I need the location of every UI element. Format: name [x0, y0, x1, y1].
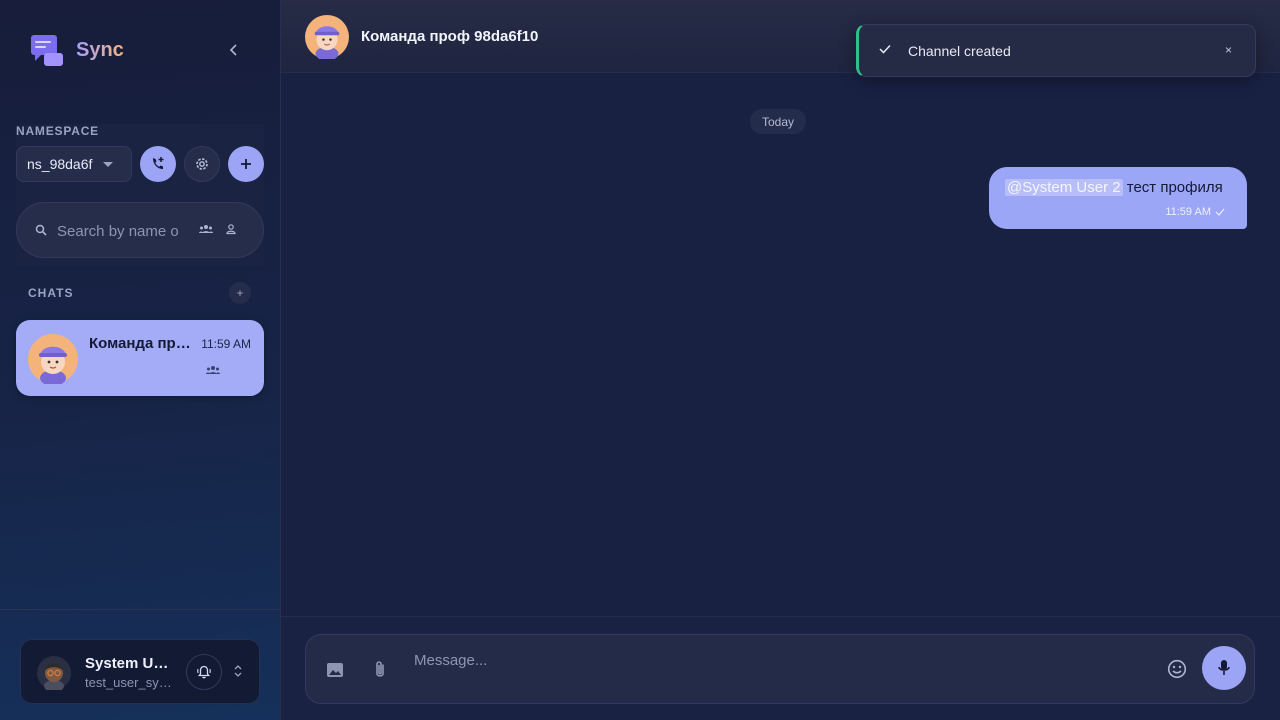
chats-section-label: CHATS: [28, 286, 74, 300]
toast-close-button[interactable]: ×: [1225, 43, 1232, 57]
chat-list-item[interactable]: Команда профиля 11:59 AM: [16, 320, 264, 396]
chat-name: Команда профиля: [89, 335, 195, 352]
message-meta: 11:59 AM: [1165, 206, 1225, 218]
namespace-label: NAMESPACE: [16, 124, 99, 138]
user-card[interactable]: System User 1 test_user_system: [20, 639, 260, 704]
collapse-sidebar-button[interactable]: [224, 40, 244, 60]
paperclip-icon[interactable]: [372, 660, 388, 680]
image-icon[interactable]: [326, 661, 344, 679]
phone-add-icon: [153, 157, 164, 169]
check-icon: [1215, 208, 1225, 216]
namespace-select[interactable]: ns_98da6f: [16, 146, 132, 182]
check-icon: [879, 44, 891, 54]
toast-notification: Channel created ×: [856, 24, 1256, 77]
chevron-left-icon: [229, 44, 237, 56]
bell-ringing-icon: [197, 665, 211, 679]
message-text: @System User 2 тест профиля: [1005, 179, 1231, 196]
notifications-button[interactable]: [186, 654, 222, 690]
settings-button[interactable]: [184, 146, 220, 182]
microphone-icon: [1218, 660, 1230, 675]
caret-down-icon: [103, 162, 113, 167]
channel-avatar[interactable]: [305, 15, 349, 64]
brand[interactable]: Sync: [30, 33, 124, 67]
new-chat-button[interactable]: +: [229, 282, 251, 304]
date-divider: Today: [750, 109, 807, 134]
chat-avatar: [28, 334, 78, 389]
group-filter-icon[interactable]: [199, 223, 213, 235]
namespace-panel: NAMESPACE ns_98da6f: [16, 124, 264, 266]
person-filter-icon[interactable]: [225, 223, 237, 235]
chevrons-expand-icon[interactable]: [233, 664, 243, 678]
message-input[interactable]: [414, 647, 1154, 673]
plus-icon: [241, 159, 251, 169]
user-footer: System User 1 test_user_system: [0, 609, 280, 720]
chat-bubbles-logo-icon: [30, 33, 64, 67]
voice-message-button[interactable]: [1202, 646, 1246, 690]
sidebar: Sync NAMESPACE ns_98da6f Search by name …: [0, 0, 281, 720]
user-name: System User 1: [85, 655, 175, 672]
toast-message: Channel created: [908, 43, 1011, 59]
search-box: [16, 202, 264, 258]
group-chat-icon: [206, 366, 220, 374]
user-login: test_user_system: [85, 675, 175, 690]
namespace-value: ns_98da6f: [27, 156, 93, 172]
add-call-button[interactable]: [140, 146, 176, 182]
composer-area: [281, 616, 1280, 720]
mention-chip[interactable]: @System User 2: [1005, 179, 1123, 196]
app-name: Sync: [76, 38, 124, 61]
emoji-icon[interactable]: [1167, 659, 1187, 679]
message-body: тест профиля: [1122, 179, 1223, 196]
message-bubble[interactable]: @System User 2 тест профиля 11:59 AM: [989, 167, 1247, 229]
message-time: 11:59 AM: [1165, 206, 1211, 218]
chat-time: 11:59 AM: [201, 337, 251, 351]
chat-main: Команда проф 98da6f10 Today @System User…: [281, 0, 1280, 720]
user-avatar: [37, 656, 71, 695]
channel-title[interactable]: Команда проф 98da6f10: [361, 28, 538, 45]
add-button[interactable]: [228, 146, 264, 182]
message-composer: [305, 634, 1255, 704]
gear-icon: [196, 158, 208, 170]
search-icon: [35, 224, 47, 236]
search-input[interactable]: [57, 217, 185, 245]
